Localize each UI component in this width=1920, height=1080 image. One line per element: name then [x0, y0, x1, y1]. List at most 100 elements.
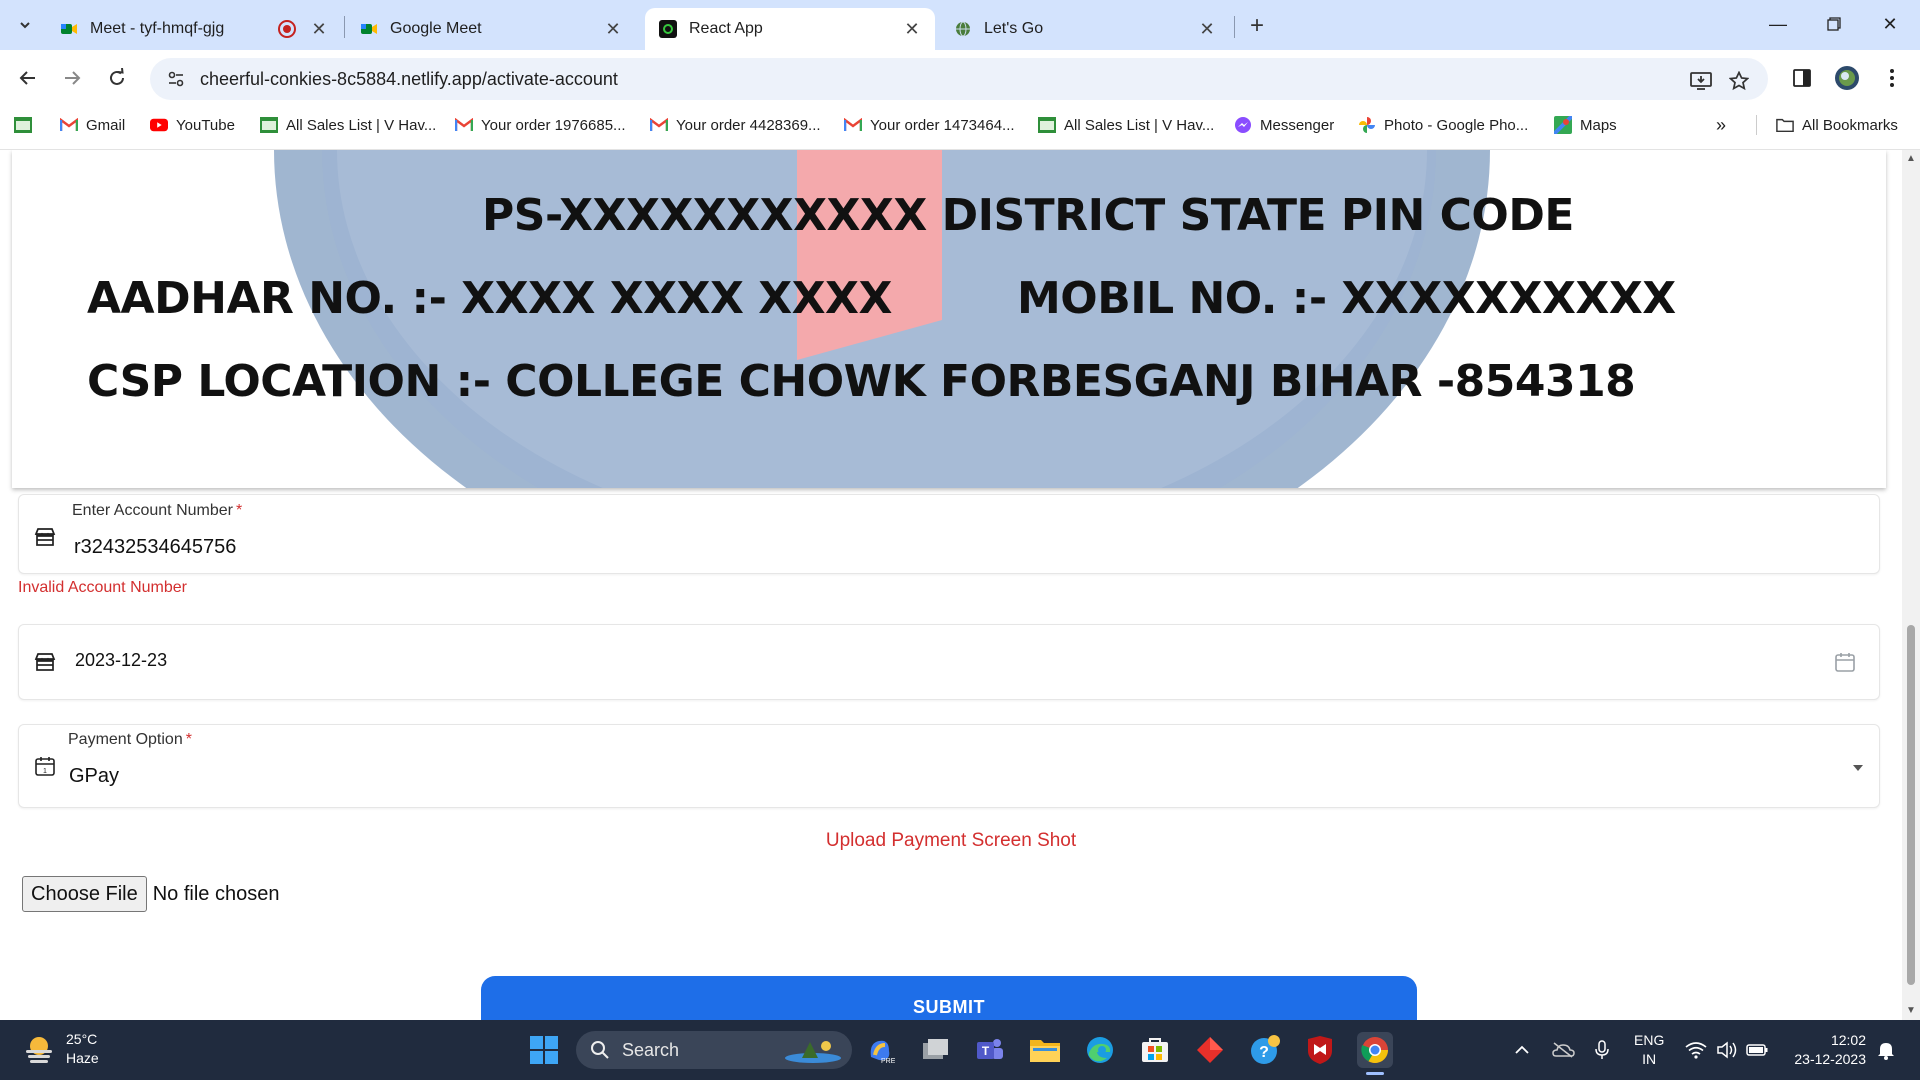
- lang-top: ENG: [1634, 1032, 1665, 1048]
- minimize-button[interactable]: —: [1750, 0, 1806, 48]
- taskbar-search[interactable]: Search: [576, 1031, 852, 1069]
- reload-button[interactable]: [101, 62, 133, 94]
- bookmark-label: Your order 1976685...: [481, 116, 626, 134]
- bookmark-sales-list[interactable]: All Sales List | V Hav...: [260, 108, 436, 142]
- close-icon[interactable]: ✕: [310, 19, 328, 39]
- close-icon[interactable]: ✕: [903, 19, 921, 39]
- tab-react-app[interactable]: React App ✕: [645, 8, 935, 50]
- teams-icon[interactable]: T: [972, 1032, 1008, 1068]
- upload-payment-title: Upload Payment Screen Shot: [825, 830, 1077, 851]
- file-explorer-icon[interactable]: [1027, 1032, 1063, 1068]
- svg-text:?: ?: [1259, 1044, 1269, 1061]
- microsoft-store-icon[interactable]: [1137, 1032, 1173, 1068]
- more-bookmarks-button[interactable]: »: [1716, 108, 1726, 142]
- gmail-icon: [844, 117, 862, 133]
- restore-icon: [1827, 17, 1841, 31]
- bookmark-gmail[interactable]: Gmail: [60, 108, 125, 142]
- microphone-icon[interactable]: [1590, 1038, 1614, 1062]
- submit-button[interactable]: SUBMIT: [481, 976, 1417, 1020]
- start-button[interactable]: [526, 1032, 562, 1068]
- bookmark-label: All Sales List | V Hav...: [1064, 116, 1215, 134]
- mcafee-icon[interactable]: [1302, 1032, 1338, 1068]
- bookmark-maps[interactable]: Maps: [1554, 108, 1617, 142]
- date-field[interactable]: 2023-12-23: [18, 624, 1880, 700]
- close-window-button[interactable]: ✕: [1862, 0, 1918, 48]
- tab-meet[interactable]: Meet - tyf-hmqf-gjg ✕: [46, 8, 342, 50]
- payment-option-select[interactable]: 1 Payment Option * GPay: [18, 724, 1880, 808]
- show-hidden-icons[interactable]: [1510, 1038, 1534, 1062]
- bookmark-messenger[interactable]: Messenger: [1234, 108, 1334, 142]
- clock[interactable]: 12:02 23-12-2023: [1786, 1031, 1866, 1069]
- account-number-value[interactable]: r32432534645756: [74, 536, 236, 559]
- back-arrow-icon: [19, 71, 35, 85]
- no-file-text: No file chosen: [152, 882, 280, 905]
- all-bookmarks-button[interactable]: All Bookmarks: [1776, 108, 1898, 142]
- react-app-icon: [659, 20, 677, 38]
- tab-title: Let's Go: [984, 20, 1044, 37]
- bookmark-label: All Sales List | V Hav...: [286, 116, 437, 134]
- copilot-icon[interactable]: PRE: [862, 1032, 898, 1068]
- battery-icon[interactable]: [1745, 1038, 1769, 1062]
- bookmark-label: Your order 4428369...: [676, 116, 821, 134]
- scroll-down-icon[interactable]: ▼: [1906, 1006, 1916, 1016]
- payment-option-value: GPay: [69, 765, 120, 787]
- label-text: Payment Option: [68, 731, 183, 748]
- search-label: Search: [622, 1039, 680, 1060]
- close-icon[interactable]: ✕: [1198, 19, 1216, 39]
- sheet-icon: [1038, 117, 1056, 133]
- globe-icon: [956, 21, 970, 37]
- weather-widget[interactable]: 25°C Haze: [22, 1030, 99, 1068]
- address-bar[interactable]: cheerful-conkies-8c5884.netlify.app/acti…: [150, 58, 1768, 100]
- required-mark: *: [185, 731, 192, 748]
- browser-toolbar: cheerful-conkies-8c5884.netlify.app/acti…: [0, 50, 1920, 108]
- calendar-icon[interactable]: [1833, 650, 1857, 674]
- side-panel-icon[interactable]: [1786, 62, 1818, 94]
- account-number-field[interactable]: Enter Account Number * r32432534645756: [18, 494, 1880, 574]
- page-scrollbar[interactable]: ▲ ▼: [1902, 150, 1920, 1020]
- onedrive-icon[interactable]: [1551, 1038, 1575, 1062]
- forward-button[interactable]: [56, 62, 88, 94]
- profile-avatar[interactable]: [1831, 62, 1863, 94]
- language-indicator[interactable]: ENG IN: [1634, 1031, 1664, 1069]
- scroll-thumb[interactable]: [1907, 625, 1915, 985]
- wifi-icon[interactable]: [1684, 1038, 1708, 1062]
- install-app-icon[interactable]: [1686, 66, 1716, 96]
- choose-file-button[interactable]: Choose File: [22, 876, 147, 912]
- red-diamond-app-icon[interactable]: [1192, 1032, 1228, 1068]
- tab-google-meet[interactable]: Google Meet ✕: [346, 8, 636, 50]
- bookmark-sales-list-2[interactable]: All Sales List | V Hav...: [1038, 108, 1214, 142]
- bookmark-youtube[interactable]: YouTube: [150, 108, 235, 142]
- photos-icon: [1358, 117, 1376, 133]
- task-view-icon[interactable]: [918, 1032, 954, 1068]
- dropdown-arrow-icon[interactable]: [1851, 763, 1865, 773]
- gmail-icon: [455, 117, 473, 133]
- forward-arrow-icon: [65, 71, 81, 85]
- helper-app-icon[interactable]: ?: [1248, 1032, 1284, 1068]
- restore-button[interactable]: [1806, 0, 1862, 48]
- chrome-icon[interactable]: [1357, 1032, 1393, 1068]
- bookmark-apps[interactable]: [14, 108, 40, 142]
- edge-icon[interactable]: [1082, 1032, 1118, 1068]
- volume-icon[interactable]: [1715, 1038, 1739, 1062]
- weather-condition: Haze: [66, 1050, 99, 1066]
- date-value[interactable]: 2023-12-23: [75, 650, 167, 671]
- browser-menu-icon[interactable]: [1876, 62, 1908, 94]
- site-info-icon[interactable]: [156, 58, 196, 100]
- bookmark-label: Gmail: [86, 116, 126, 134]
- new-tab-button[interactable]: +: [1243, 12, 1271, 40]
- scroll-up-icon[interactable]: ▲: [1906, 154, 1916, 164]
- bookmark-order-1[interactable]: Your order 1976685...: [455, 108, 626, 142]
- svg-text:T: T: [982, 1044, 990, 1058]
- tab-search-button[interactable]: [10, 10, 40, 40]
- tab-lets-go[interactable]: Let's Go ✕: [940, 8, 1230, 50]
- bookmark-order-3[interactable]: Your order 1473464...: [844, 108, 1015, 142]
- tab-title: React App: [689, 20, 763, 37]
- back-button[interactable]: [12, 62, 44, 94]
- bookmark-star-icon[interactable]: [1724, 66, 1754, 96]
- double-chevron-icon: »: [1716, 114, 1727, 135]
- notification-bell-icon[interactable]: [1874, 1038, 1898, 1062]
- bookmark-order-2[interactable]: Your order 4428369...: [650, 108, 821, 142]
- bookmark-photos[interactable]: Photo - Google Pho...: [1358, 108, 1528, 142]
- header-line-location: CSP LOCATION :- COLLEGE CHOWK FORBESGANJ…: [87, 356, 1636, 407]
- close-icon[interactable]: ✕: [604, 19, 622, 39]
